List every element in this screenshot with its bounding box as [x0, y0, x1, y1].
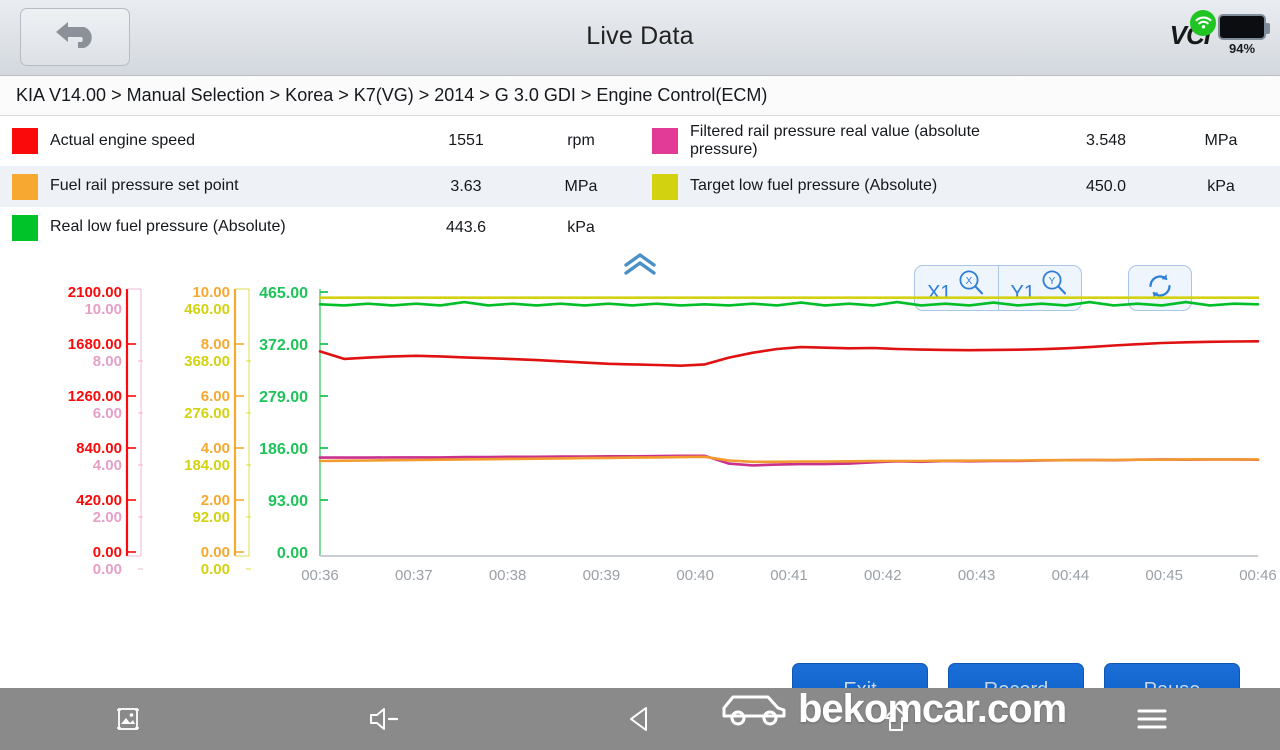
svg-text:1260.00: 1260.00 [68, 388, 122, 405]
battery-indicator: 94% [1218, 6, 1270, 56]
vci-indicator: VCI [1170, 6, 1216, 51]
page-title: Live Data [586, 22, 694, 50]
parameter-item[interactable]: Filtered rail pressure real value (absol… [640, 116, 1280, 166]
svg-text:420.00: 420.00 [76, 492, 122, 509]
svg-text:0.00: 0.00 [201, 561, 230, 578]
parameter-unit: MPa [1204, 132, 1238, 149]
menu-icon[interactable] [1097, 705, 1207, 733]
breadcrumb-text: KIA V14.00 > Manual Selection > Korea > … [16, 85, 768, 105]
svg-text:460.00: 460.00 [184, 301, 230, 318]
parameter-name: Real low fuel pressure (Absolute) [50, 218, 286, 236]
color-swatch-icon [652, 128, 678, 154]
svg-text:2100.00: 2100.00 [68, 284, 122, 301]
parameter-value: 1551 [448, 132, 484, 149]
parameter-item[interactable]: Actual engine speed 1551 rpm [0, 116, 640, 166]
svg-text:92.00: 92.00 [192, 509, 230, 526]
parameter-name: Filtered rail pressure real value (absol… [690, 122, 980, 158]
svg-text:00:39: 00:39 [583, 567, 621, 584]
home-icon[interactable] [841, 703, 951, 735]
svg-text:00:37: 00:37 [395, 567, 433, 584]
table-row[interactable]: Actual engine speed 1551 rpm Filtered ra… [0, 116, 1280, 166]
svg-text:279.00: 279.00 [259, 389, 308, 406]
chart-canvas: 2100.0010.001680.008.001260.006.00840.00… [68, 284, 1277, 584]
svg-text:00:36: 00:36 [301, 567, 339, 584]
breadcrumb[interactable]: KIA V14.00 > Manual Selection > Korea > … [0, 76, 1280, 116]
svg-text:00:43: 00:43 [958, 567, 996, 584]
color-swatch-icon [12, 173, 38, 200]
table-row[interactable]: Fuel rail pressure set point 3.63 MPa Ta… [0, 166, 1280, 207]
parameter-value: 3.548 [1085, 132, 1127, 149]
parameter-value: 450.0 [1085, 177, 1127, 195]
parameter-list: Actual engine speed 1551 rpm Filtered ra… [0, 116, 1280, 248]
svg-text:00:44: 00:44 [1052, 567, 1090, 584]
svg-text:0.00: 0.00 [201, 544, 230, 561]
chevron-double-up-icon[interactable] [622, 252, 658, 281]
svg-text:00:42: 00:42 [864, 567, 902, 584]
svg-text:1680.00: 1680.00 [68, 336, 122, 353]
parameter-unit: MPa [564, 177, 598, 195]
svg-text:0.00: 0.00 [93, 561, 122, 578]
parameter-item[interactable]: Target low fuel pressure (Absolute) 450.… [640, 166, 1280, 207]
parameter-item[interactable]: Real low fuel pressure (Absolute) 443.6 … [0, 207, 640, 248]
svg-text:372.00: 372.00 [259, 337, 308, 354]
wifi-icon [1190, 10, 1216, 36]
svg-text:00:38: 00:38 [489, 567, 527, 584]
color-swatch-icon [652, 173, 678, 200]
live-data-chart[interactable]: 2100.00 10.00 1680.00 8.00 1260.00 6.00 840.00… [0, 284, 1280, 614]
title-bar: Live Data VCI 94% [0, 0, 1280, 76]
svg-text:4.00: 4.00 [201, 440, 230, 457]
svg-text:00:46: 00:46 [1239, 567, 1277, 584]
svg-text:0.00: 0.00 [277, 545, 308, 562]
color-swatch-icon [12, 128, 38, 154]
svg-text:8.00: 8.00 [201, 336, 230, 353]
svg-text:368.00: 368.00 [184, 353, 230, 370]
svg-text:276.00: 276.00 [184, 405, 230, 422]
parameter-unit: kPa [1207, 177, 1235, 195]
chart-x-axis: 00:36 00:37 00:38 00:39 00:40 00:41 00:42 00:43… [301, 555, 1277, 584]
svg-text:184.00: 184.00 [184, 457, 230, 474]
svg-text:6.00: 6.00 [93, 405, 122, 422]
svg-text:10.00: 10.00 [84, 301, 122, 318]
color-swatch-icon [12, 214, 38, 241]
parameter-unit: rpm [567, 132, 595, 149]
svg-text:6.00: 6.00 [201, 388, 230, 405]
svg-text:4.00: 4.00 [93, 457, 122, 474]
svg-text:2.00: 2.00 [201, 492, 230, 509]
screenshot-icon[interactable] [73, 704, 183, 734]
chart-axes: 2100.0010.001680.008.001260.006.00840.00… [68, 284, 328, 578]
svg-text:186.00: 186.00 [259, 441, 308, 458]
parameter-item-empty [640, 207, 1280, 248]
battery-percent: 94% [1228, 41, 1256, 56]
volume-down-icon[interactable] [329, 704, 439, 734]
status-cluster: VCI 94% [1170, 6, 1270, 56]
svg-text:00:41: 00:41 [770, 567, 808, 584]
android-navigation-bar [0, 688, 1280, 750]
parameter-item[interactable]: Fuel rail pressure set point 3.63 MPa [0, 166, 640, 207]
parameter-value: 443.6 [445, 218, 487, 236]
svg-text:0.00: 0.00 [93, 544, 122, 561]
battery-icon [1218, 14, 1270, 40]
parameter-unit: kPa [567, 218, 595, 236]
svg-text:8.00: 8.00 [93, 353, 122, 370]
parameter-value: 3.63 [450, 177, 482, 195]
svg-text:2.00: 2.00 [93, 509, 122, 526]
table-row[interactable]: Real low fuel pressure (Absolute) 443.6 … [0, 207, 1280, 248]
back-triangle-icon[interactable] [585, 703, 695, 735]
svg-text:10.00: 10.00 [192, 284, 230, 301]
svg-text:93.00: 93.00 [268, 493, 308, 510]
parameter-name: Target low fuel pressure (Absolute) [690, 177, 938, 195]
chart-plot-lines [318, 296, 1260, 467]
svg-text:00:40: 00:40 [676, 567, 714, 584]
svg-text:00:45: 00:45 [1145, 567, 1183, 584]
parameter-name: Fuel rail pressure set point [50, 177, 239, 195]
parameter-name: Actual engine speed [50, 131, 195, 149]
svg-text:840.00: 840.00 [76, 440, 122, 457]
svg-text:465.00: 465.00 [259, 285, 308, 302]
